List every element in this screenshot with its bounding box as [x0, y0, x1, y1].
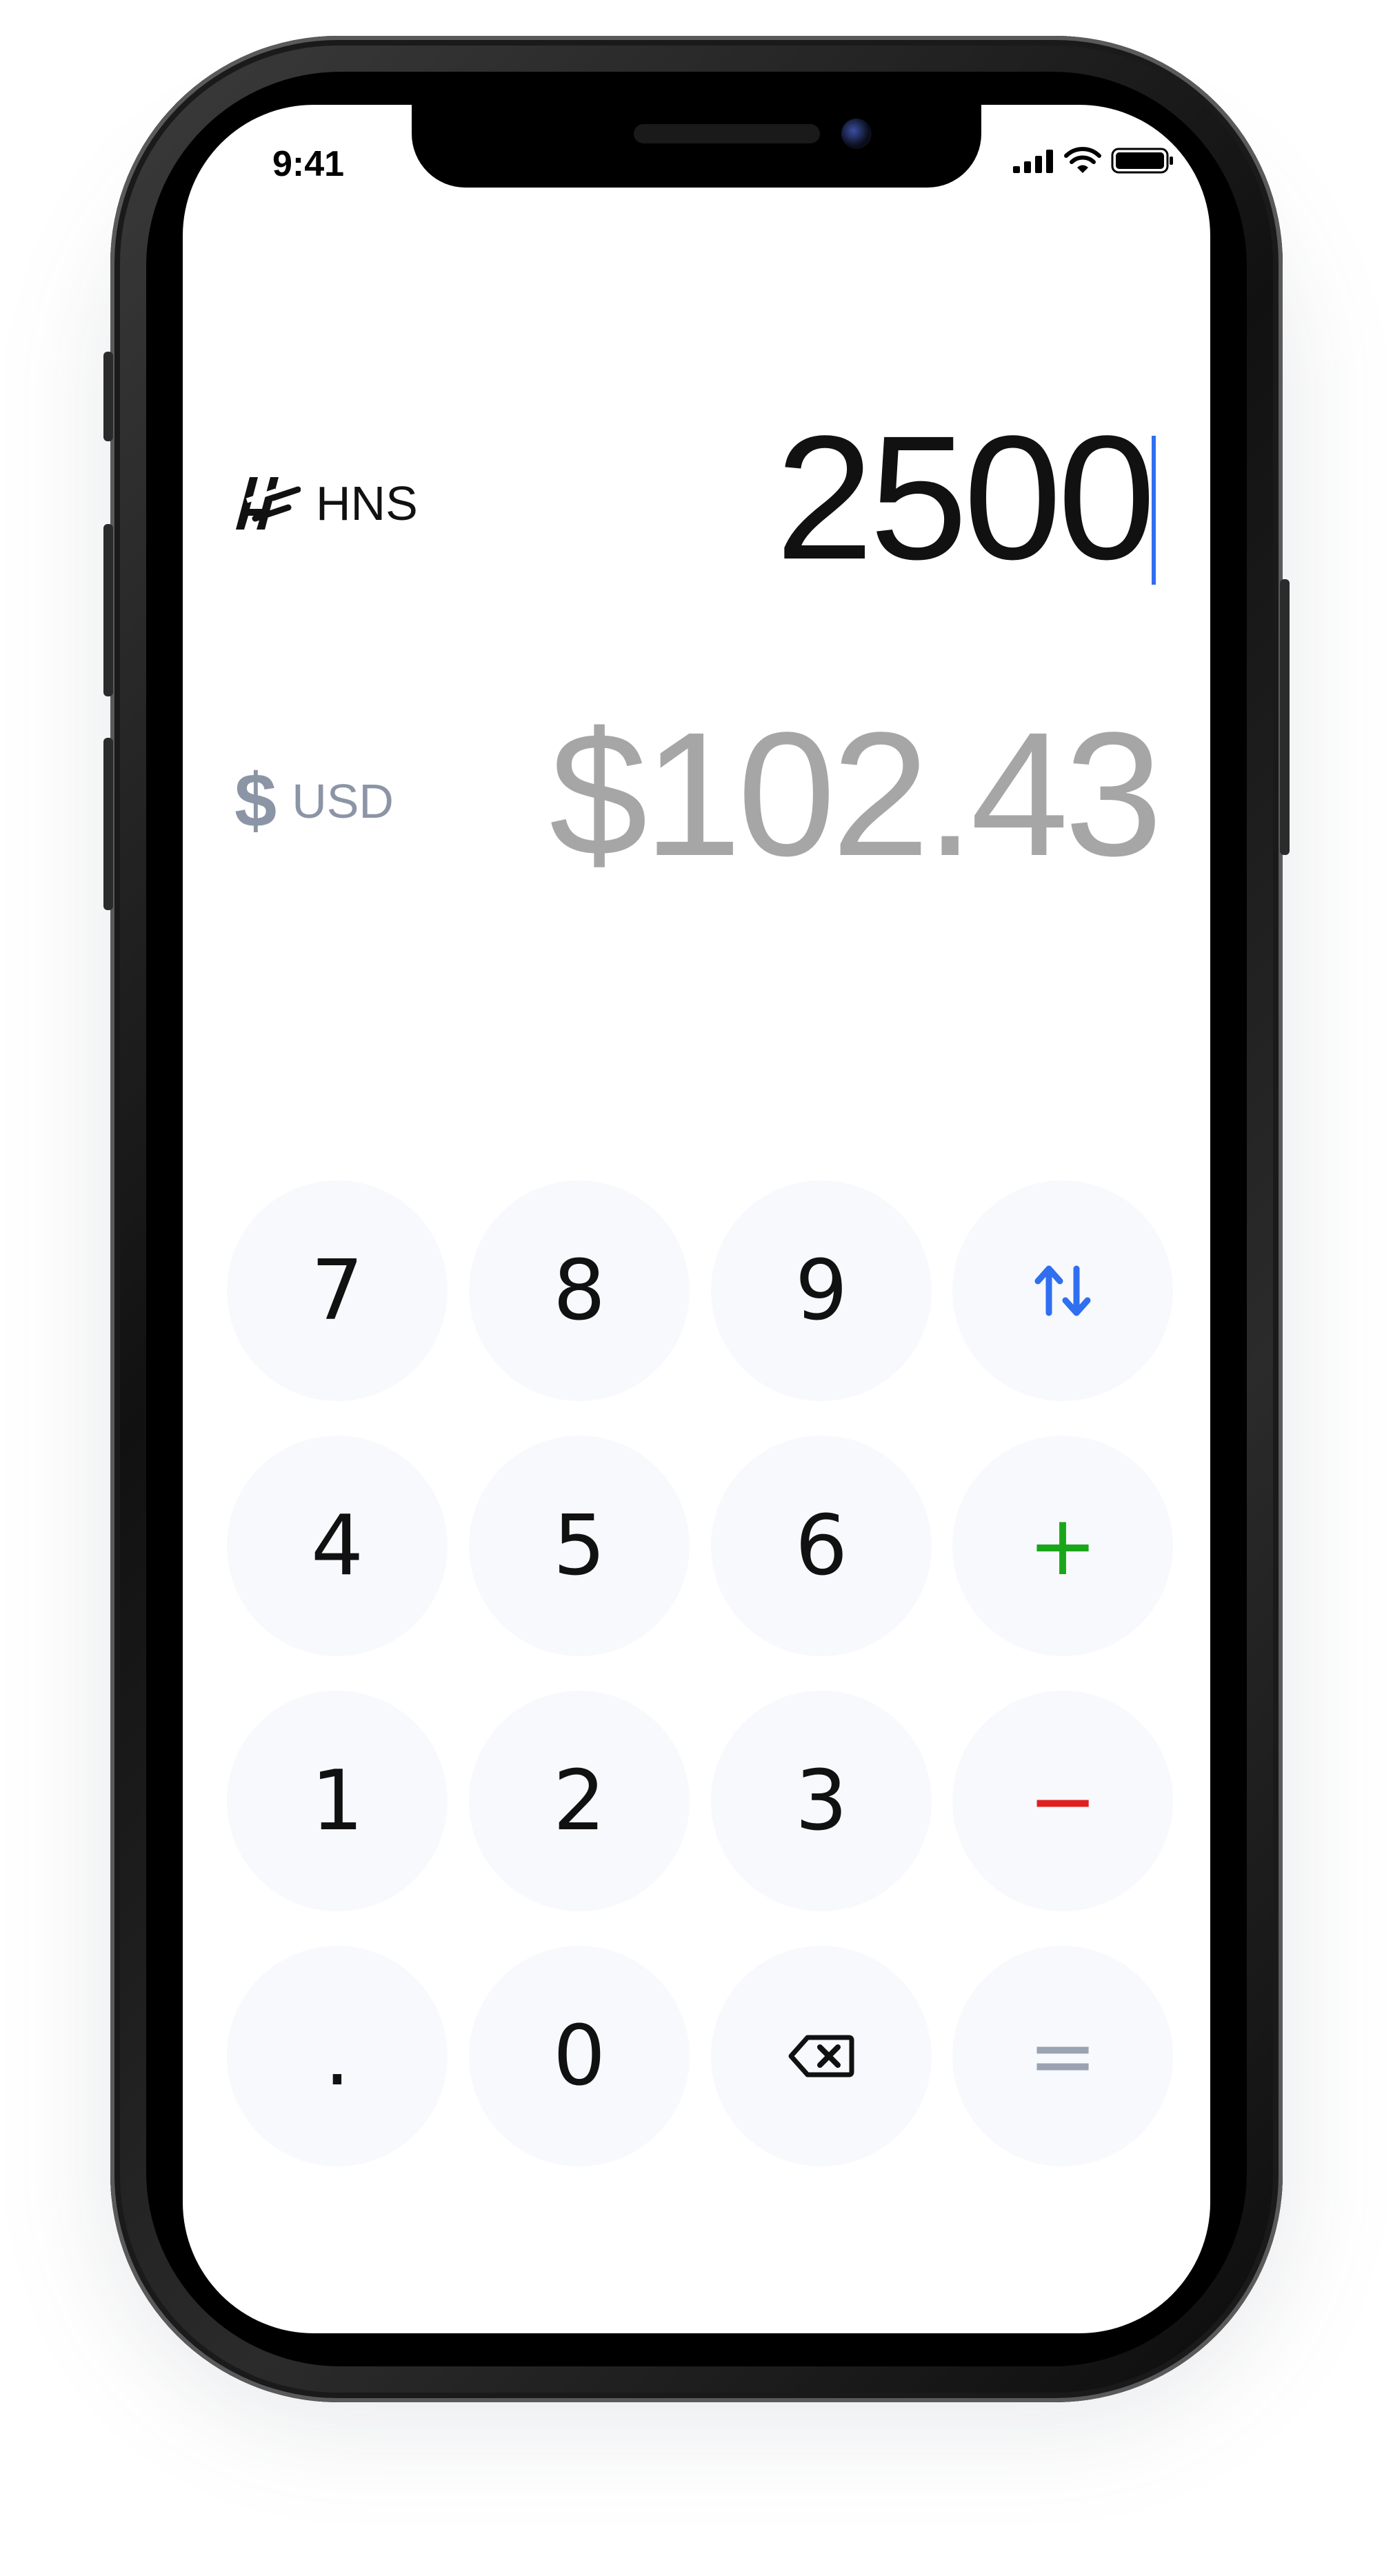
volume-up-button	[103, 524, 113, 696]
equals-button[interactable]: =	[952, 1946, 1173, 2166]
handshake-logo-icon	[236, 477, 301, 530]
key-1-label: 1	[310, 1753, 364, 1849]
backspace-button[interactable]	[711, 1946, 932, 2166]
key-6-label: 6	[794, 1498, 848, 1594]
to-currency-label[interactable]: $ USD	[234, 758, 394, 843]
mute-switch	[103, 352, 113, 441]
key-decimal[interactable]: .	[227, 1946, 448, 2166]
key-0[interactable]: 0	[469, 1946, 690, 2166]
phone-screen: 9:41 HNS 2500 $ USD $102.43 7 8 9 4 5 6 …	[183, 105, 1210, 2333]
key-7[interactable]: 7	[227, 1180, 448, 1401]
text-caret	[1152, 436, 1156, 585]
power-button	[1280, 579, 1290, 855]
key-6[interactable]: 6	[711, 1436, 932, 1656]
key-0-label: 0	[552, 2008, 606, 2104]
key-5-label: 5	[552, 1498, 606, 1594]
status-time: 9:41	[272, 144, 345, 184]
key-1[interactable]: 1	[227, 1691, 448, 1911]
key-3[interactable]: 3	[711, 1691, 932, 1911]
to-currency-row[interactable]: $ USD $102.43	[234, 696, 1163, 893]
from-amount-value: 2500	[775, 399, 1156, 596]
key-4[interactable]: 4	[227, 1436, 448, 1656]
key-8[interactable]: 8	[469, 1180, 690, 1401]
key-8-label: 8	[552, 1242, 606, 1339]
to-currency-code: USD	[292, 774, 394, 828]
front-camera	[841, 119, 872, 149]
key-3-label: 3	[794, 1753, 848, 1849]
status-icons	[1013, 146, 1174, 175]
key-9-label: 9	[794, 1242, 848, 1339]
minus-button[interactable]: −	[952, 1691, 1173, 1911]
swap-currencies-button[interactable]	[952, 1180, 1173, 1401]
key-decimal-label: .	[323, 2008, 351, 2104]
volume-down-button	[103, 738, 113, 910]
notch	[412, 105, 981, 188]
battery-icon	[1111, 148, 1173, 174]
wifi-icon	[1064, 147, 1101, 173]
cellular-signal-icon	[1013, 150, 1053, 173]
key-2[interactable]: 2	[469, 1691, 690, 1911]
plus-button[interactable]: +	[952, 1436, 1173, 1656]
key-7-label: 7	[310, 1242, 364, 1339]
backspace-icon	[788, 2035, 854, 2077]
dollar-icon: $	[234, 758, 277, 843]
keypad: 7 8 9 4 5 6 + 1 2 3 − . 0 =	[227, 1180, 1173, 2169]
from-currency-row[interactable]: HNS 2500	[234, 410, 1159, 586]
swap-icon	[1034, 1265, 1091, 1316]
to-amount: $102.43	[549, 696, 1163, 893]
key-4-label: 4	[310, 1498, 364, 1594]
equals-icon: =	[1028, 2008, 1098, 2104]
earpiece-speaker	[634, 124, 820, 143]
from-currency-code: HNS	[316, 476, 418, 530]
key-5[interactable]: 5	[469, 1436, 690, 1656]
key-2-label: 2	[552, 1753, 606, 1849]
minus-icon: −	[1028, 1753, 1098, 1849]
from-amount[interactable]: 2500	[776, 410, 1156, 586]
plus-icon: +	[1028, 1498, 1098, 1594]
key-9[interactable]: 9	[711, 1180, 932, 1401]
from-currency-label[interactable]: HNS	[234, 470, 418, 536]
